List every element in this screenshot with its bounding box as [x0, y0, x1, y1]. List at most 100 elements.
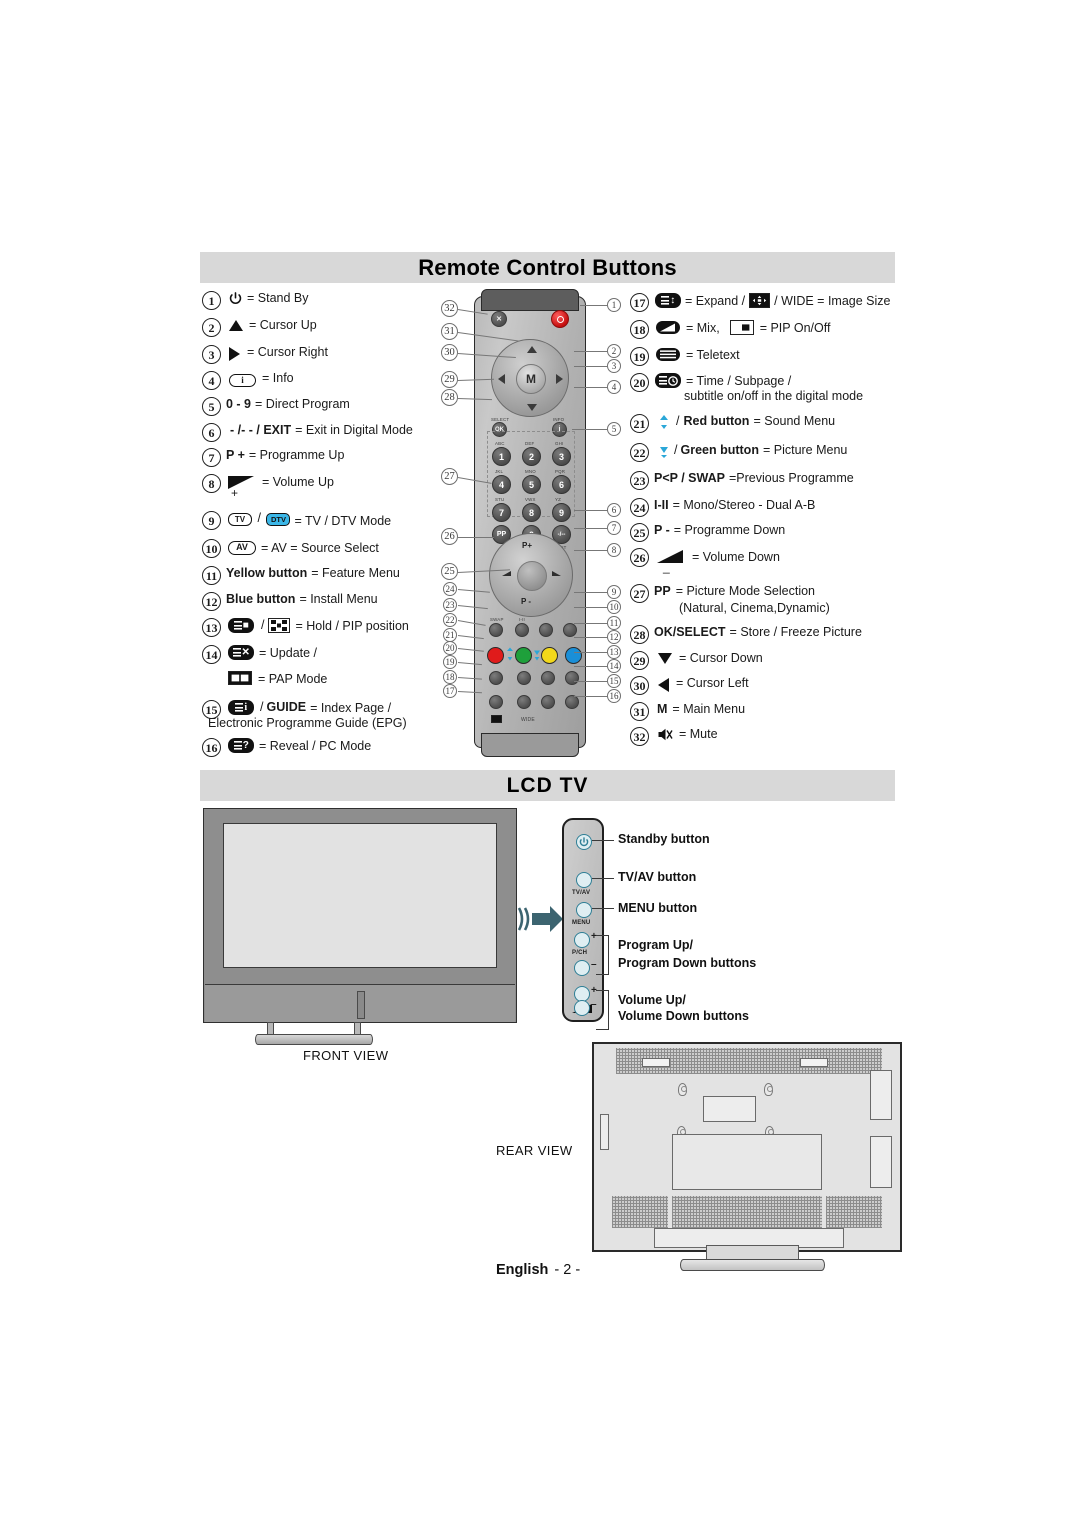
item-number: 19	[630, 347, 649, 366]
program-down-label: Program Down buttons	[618, 956, 757, 970]
item-number: 27	[630, 584, 649, 603]
main-menu-icon: M	[657, 702, 668, 716]
volume-up-label: Volume Up/	[618, 993, 686, 1007]
remote-mono-button[interactable]	[515, 623, 529, 637]
list-item-sub: (Natural, Cinema,Dynamic)	[679, 601, 830, 616]
list-item: 26 _ = Volume Down	[630, 548, 780, 574]
remote-expand-button[interactable]	[489, 671, 503, 685]
list-item: 16 ? = Reveal / PC Mode	[202, 738, 371, 757]
remote-mix-button[interactable]	[539, 623, 553, 637]
remote-key-2[interactable]: 2	[522, 447, 541, 466]
item-text: = Mute	[679, 727, 718, 741]
item-text: = Reveal / PC Mode	[259, 739, 372, 753]
remote-green-button[interactable]	[515, 647, 532, 664]
dpad-down-icon[interactable]	[527, 404, 537, 411]
tv-standby-button[interactable]	[576, 834, 592, 850]
remote-pap-button[interactable]	[517, 695, 531, 709]
pap-mode-icon	[228, 671, 252, 685]
list-item: 28 OK/SELECT = Store / Freeze Picture	[630, 625, 862, 644]
tv-stand	[255, 1022, 373, 1045]
list-item: 4 i = Info	[202, 371, 294, 390]
remote-key-3[interactable]: 3	[552, 447, 571, 466]
remote-pip-button[interactable]	[563, 623, 577, 637]
rear-view-label: REAR VIEW	[496, 1143, 573, 1158]
callout-r10: 10	[607, 600, 621, 614]
remote-key-7[interactable]: 7	[492, 503, 511, 522]
callout-r3: 3	[607, 359, 621, 373]
item-text: = Picture Menu	[762, 443, 848, 457]
remote-power-button[interactable]	[551, 310, 569, 328]
item-text: = Mix,	[686, 321, 720, 335]
reveal-icon: ?	[228, 738, 254, 753]
tv-menu-button[interactable]	[576, 902, 592, 918]
remote-mute-button[interactable]: ✕	[491, 311, 507, 327]
remote-swap-button[interactable]	[489, 623, 503, 637]
keypad-letters-vwx: VWX	[525, 497, 536, 502]
remote-blue-button[interactable]	[565, 647, 582, 664]
leader-line	[574, 550, 607, 551]
remote-mono-label: I-II	[519, 617, 525, 622]
item-text: = AV = Source Select	[261, 541, 379, 555]
item-number: 10	[202, 539, 221, 558]
time-subpage-icon	[655, 373, 681, 388]
rear-plate-right	[800, 1058, 828, 1067]
list-item: 21 / Red button = Sound Menu	[630, 414, 835, 434]
leader-line	[574, 592, 607, 593]
remote-wide-button[interactable]	[565, 695, 579, 709]
item-number: 2	[202, 318, 221, 337]
remote-hold-button[interactable]	[517, 671, 531, 685]
list-item: 10 AV = AV = Source Select	[202, 539, 379, 558]
digits-0-9-label: 0 - 9	[226, 397, 252, 411]
remote-program-volume-wheel[interactable]: P+ P -	[489, 533, 573, 617]
keypad-letters-ghi: GHI	[555, 441, 564, 446]
remote-key-8[interactable]: 8	[522, 503, 541, 522]
dpad-left-icon[interactable]	[498, 374, 505, 384]
callout-r14: 14	[607, 659, 621, 673]
list-item: 3 = Cursor Right	[202, 345, 328, 364]
list-item: 30 = Cursor Left	[630, 676, 749, 695]
remote-reveal-button[interactable]	[489, 695, 503, 709]
remote-update-button[interactable]	[541, 671, 555, 685]
remote-menu-center-key[interactable]: M	[516, 364, 546, 394]
item-text: = Exit in Digital Mode	[295, 423, 413, 437]
callout-r4: 4	[607, 380, 621, 394]
remote-key-6[interactable]: 6	[552, 475, 571, 494]
leader-line	[457, 691, 482, 694]
remote-index-button[interactable]	[565, 671, 579, 685]
remote-key-9[interactable]: 9	[552, 503, 571, 522]
rear-plate-left	[642, 1058, 670, 1067]
remote-dpad[interactable]: M	[491, 339, 569, 417]
leader-line	[574, 387, 607, 388]
expand-icon: ↕	[655, 293, 681, 308]
tvav-button-label: TV/AV button	[618, 870, 697, 884]
yellow-button-icon: Yellow button	[226, 566, 308, 580]
dpad-up-icon[interactable]	[527, 346, 537, 353]
leader-line	[574, 366, 607, 367]
remote-key-5[interactable]: 5	[522, 475, 541, 494]
wheel-p-minus-label: P -	[521, 597, 532, 606]
manual-page: Remote Control Buttons 1 = Stand By 2 = …	[0, 0, 1080, 1528]
callout-25: 25	[441, 563, 458, 580]
remote-key-4[interactable]: 4	[492, 475, 511, 494]
tv-tvav-button[interactable]	[576, 872, 592, 888]
wheel-volume-up-icon[interactable]	[552, 571, 561, 576]
callout-20: 20	[443, 641, 457, 655]
remote-time-button[interactable]	[541, 695, 555, 709]
index-page-icon: i	[228, 700, 254, 715]
wheel-hub[interactable]	[517, 561, 547, 591]
tv-program-up-button[interactable]	[574, 932, 590, 948]
keypad-letters-mno: MNO	[525, 469, 536, 474]
wheel-volume-down-icon[interactable]	[502, 571, 511, 576]
remote-red-button[interactable]	[487, 647, 504, 664]
volume-down-label: Volume Down buttons	[618, 1009, 750, 1023]
remote-yellow-button[interactable]	[541, 647, 558, 664]
dpad-right-icon[interactable]	[556, 374, 563, 384]
remote-key-1[interactable]: 1	[492, 447, 511, 466]
tv-program-down-button[interactable]	[574, 960, 590, 976]
rear-label-plate	[703, 1096, 756, 1122]
remote-pap-mode-badge	[491, 715, 502, 723]
front-view-label: FRONT VIEW	[303, 1048, 389, 1063]
tv-volume-down-button[interactable]	[574, 1000, 590, 1016]
list-item-sub: = PAP Mode	[228, 671, 327, 687]
item-number: 20	[630, 373, 649, 392]
